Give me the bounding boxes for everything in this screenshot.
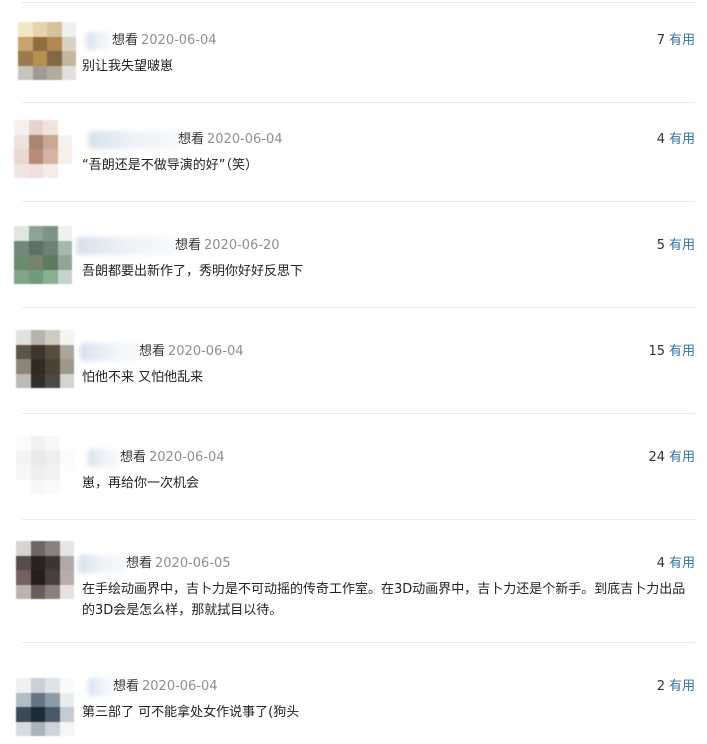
comment-date: 2020-06-04 <box>149 450 225 465</box>
vote-count: 15 <box>648 344 665 359</box>
vote-count: 7 <box>656 33 665 48</box>
comment-meta: 想看 2020-06-04 <box>139 344 244 360</box>
vote-count: 4 <box>656 556 665 571</box>
comment-meta: 想看 2020-06-20 <box>175 238 280 254</box>
comment-meta: 想看 2020-06-04 <box>120 450 225 466</box>
comment-divider <box>22 102 695 103</box>
avatar[interactable] <box>18 22 76 80</box>
username-blurred[interactable] <box>78 555 126 573</box>
comment-meta: 想看 2020-06-04 <box>113 679 218 695</box>
rating-status: 想看 <box>126 556 153 571</box>
avatar[interactable] <box>16 678 74 736</box>
comment-date: 2020-06-04 <box>207 132 283 147</box>
vote-area: 2 有用 <box>657 679 695 695</box>
comment-meta: 想看 2020-06-04 <box>112 33 217 49</box>
useful-button[interactable]: 有用 <box>669 450 695 465</box>
comment-date: 2020-06-04 <box>168 344 244 359</box>
comment-date: 2020-06-04 <box>142 679 218 694</box>
comment-text: 在手绘动画界中，吉卜力是不可动摇的传奇工作室。在3D动画界中，吉卜力还是个新手。… <box>82 582 686 618</box>
comment-divider <box>22 307 695 308</box>
comment-list: 想看 2020-06-04 7 有用 别让我失望啵崽 想看 2020-06-04 4 有用 “吾朗… <box>0 0 707 744</box>
vote-area: 4 有用 <box>657 556 695 572</box>
avatar[interactable] <box>14 120 72 178</box>
vote-count: 24 <box>648 450 665 465</box>
rating-status: 想看 <box>178 132 205 147</box>
rating-status: 想看 <box>112 33 139 48</box>
rating-status: 想看 <box>120 450 147 465</box>
avatar[interactable] <box>14 226 72 284</box>
comment-text: 别让我失望啵崽 <box>82 59 174 74</box>
username-blurred[interactable] <box>76 237 176 255</box>
comment-divider <box>22 642 695 643</box>
useful-button[interactable]: 有用 <box>669 344 695 359</box>
vote-area: 5 有用 <box>657 238 695 254</box>
comment-divider <box>22 201 695 202</box>
vote-count: 4 <box>656 132 665 147</box>
comment-date: 2020-06-20 <box>204 238 280 253</box>
useful-button[interactable]: 有用 <box>669 556 695 571</box>
vote-area: 7 有用 <box>657 33 695 49</box>
vote-area: 4 有用 <box>657 132 695 148</box>
comment-text: 崽，再给你一次机会 <box>82 476 200 491</box>
comment-text: 第三部了 可不能拿处女作说事了(狗头 <box>82 705 300 720</box>
comment-text: 吾朗都要出新作了，秀明你好好反思下 <box>82 264 304 279</box>
vote-count: 5 <box>656 238 665 253</box>
rating-status: 想看 <box>139 344 166 359</box>
vote-area: 15 有用 <box>648 344 695 360</box>
avatar[interactable] <box>16 330 74 388</box>
username-blurred[interactable] <box>88 131 180 149</box>
avatar[interactable] <box>16 541 74 599</box>
comment-date: 2020-06-04 <box>141 33 217 48</box>
comment-divider <box>22 519 695 520</box>
vote-area: 24 有用 <box>648 450 695 466</box>
comment-divider <box>22 413 695 414</box>
comment-date: 2020-06-05 <box>155 556 231 571</box>
username-blurred[interactable] <box>88 678 114 696</box>
comment-text: 怕他不来 又怕他乱来 <box>82 370 204 385</box>
rating-status: 想看 <box>113 679 140 694</box>
useful-button[interactable]: 有用 <box>669 33 695 48</box>
useful-button[interactable]: 有用 <box>669 679 695 694</box>
comment-meta: 想看 2020-06-05 <box>126 556 231 572</box>
rating-status: 想看 <box>175 238 202 253</box>
username-blurred[interactable] <box>80 343 140 361</box>
vote-count: 2 <box>656 679 665 694</box>
comment-text: “吾朗还是不做导演的好”（笑） <box>82 158 258 173</box>
useful-button[interactable]: 有用 <box>669 132 695 147</box>
useful-button[interactable]: 有用 <box>669 238 695 253</box>
avatar[interactable] <box>16 436 74 494</box>
username-blurred[interactable] <box>88 449 120 467</box>
comment-meta: 想看 2020-06-04 <box>178 132 283 148</box>
username-blurred[interactable] <box>86 32 112 50</box>
